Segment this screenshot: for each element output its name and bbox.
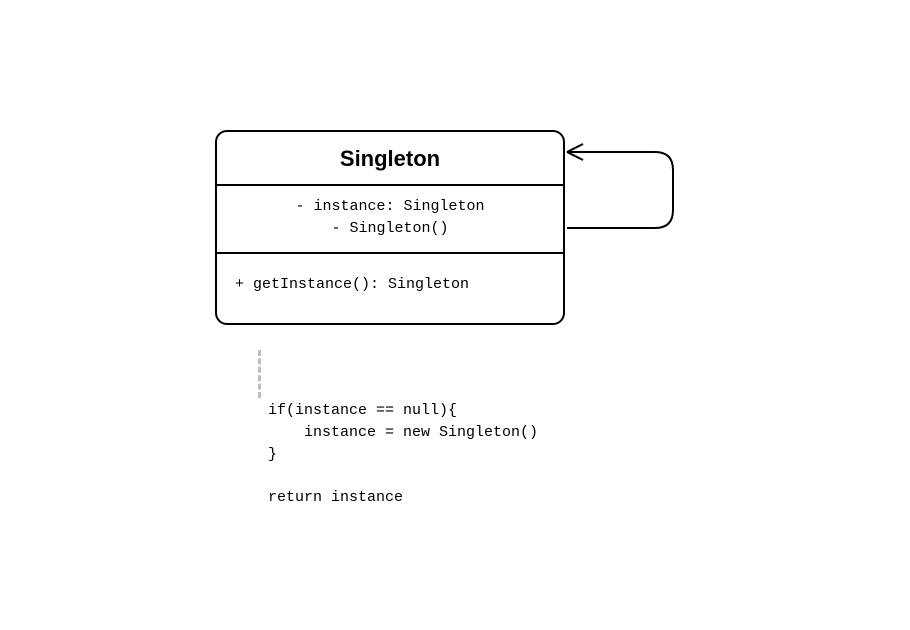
code-line: instance = new Singleton(): [268, 424, 538, 441]
self-association-arrow: [555, 140, 685, 230]
note-connector: [258, 350, 261, 398]
attribute-line: - instance: Singleton: [235, 196, 545, 218]
code-line: if(instance == null){: [268, 402, 457, 419]
uml-class-singleton: Singleton - instance: Singleton - Single…: [215, 130, 565, 325]
class-attributes: - instance: Singleton - Singleton(): [217, 186, 563, 252]
class-name: Singleton: [217, 132, 563, 186]
code-line: return instance: [268, 489, 403, 506]
method-line: + getInstance(): Singleton: [235, 274, 545, 296]
code-line: }: [268, 446, 277, 463]
code-note: if(instance == null){ instance = new Sin…: [268, 400, 538, 509]
class-methods: + getInstance(): Singleton: [217, 252, 563, 324]
diagram-canvas: Singleton - instance: Singleton - Single…: [0, 0, 910, 630]
attribute-line: - Singleton(): [235, 218, 545, 240]
